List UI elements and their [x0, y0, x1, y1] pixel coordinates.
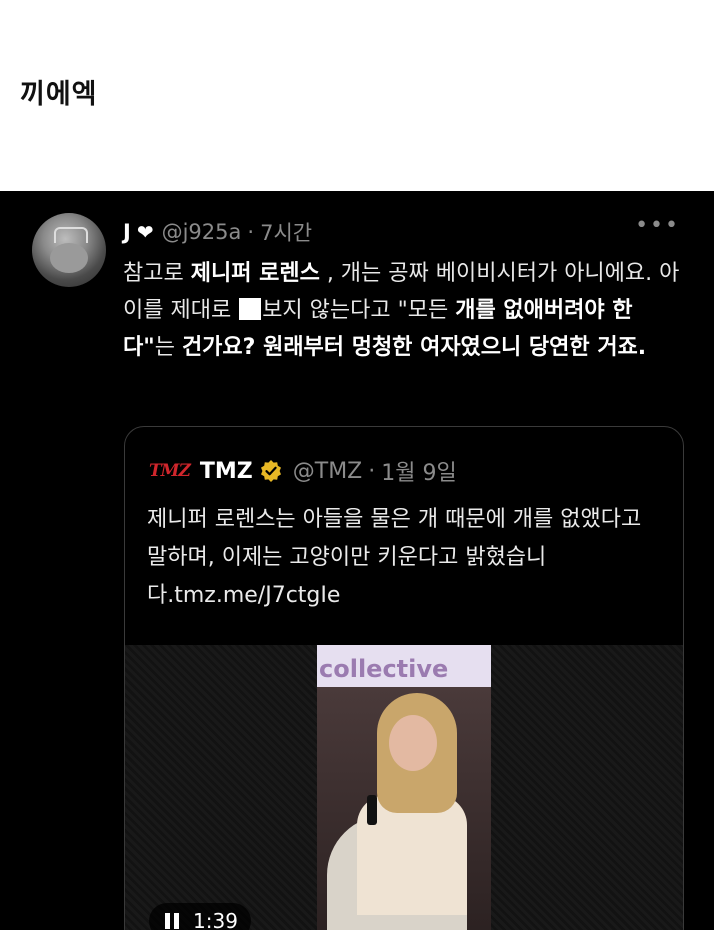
tweet-screenshot: J ❤ @j925a · 7시간 ••• 참고로 제니퍼 로렌스 , 개는 공짜…: [0, 191, 714, 930]
quoted-tweet[interactable]: TMZ TMZ @TMZ · 1월 9일 제니퍼 로렌스는 아들을 물은 개 때…: [124, 426, 684, 930]
crown-icon: [54, 227, 88, 243]
tweet-header: J ❤ @j925a · 7시간: [123, 217, 312, 247]
quote-date[interactable]: 1월 9일: [381, 455, 456, 487]
quote-display-name[interactable]: TMZ: [200, 459, 253, 484]
video-media[interactable]: collective 1:39: [125, 645, 683, 930]
avatar[interactable]: [32, 213, 106, 287]
timestamp[interactable]: 7시간: [260, 217, 312, 247]
video-duration: 1:39: [193, 909, 238, 930]
pause-icon[interactable]: [165, 913, 179, 929]
person-face: [389, 715, 437, 771]
post-title: 끼에엑: [20, 79, 98, 110]
tmz-logo: TMZ: [149, 461, 191, 481]
quote-separator: ·: [368, 458, 376, 484]
video-player-controls[interactable]: 1:39: [149, 903, 251, 930]
quote-handle[interactable]: @TMZ: [293, 459, 363, 484]
censor-block: [239, 298, 262, 320]
display-name[interactable]: J: [123, 220, 131, 244]
heart-icon: ❤: [136, 220, 154, 244]
avatar-face: [50, 243, 88, 273]
video-frame[interactable]: collective: [317, 645, 491, 930]
event-sign-text: collective: [319, 655, 449, 683]
separator: ·: [247, 220, 255, 244]
mention-bold: 제니퍼 로렌스: [190, 261, 320, 286]
quote-header: TMZ TMZ @TMZ · 1월 9일: [149, 455, 457, 487]
microphone: [367, 795, 377, 825]
more-options-icon[interactable]: •••: [635, 213, 680, 238]
user-handle[interactable]: @j925a: [162, 220, 242, 244]
verified-badge-icon: [260, 460, 281, 482]
tweet-text: 참고로 제니퍼 로렌스 , 개는 공짜 베이비시터가 아니에요. 아이를 제대로…: [123, 261, 680, 360]
quote-text: 제니퍼 로렌스는 아들을 물은 개 때문에 개를 없앴다고 말하며, 이제는 고…: [147, 507, 642, 608]
